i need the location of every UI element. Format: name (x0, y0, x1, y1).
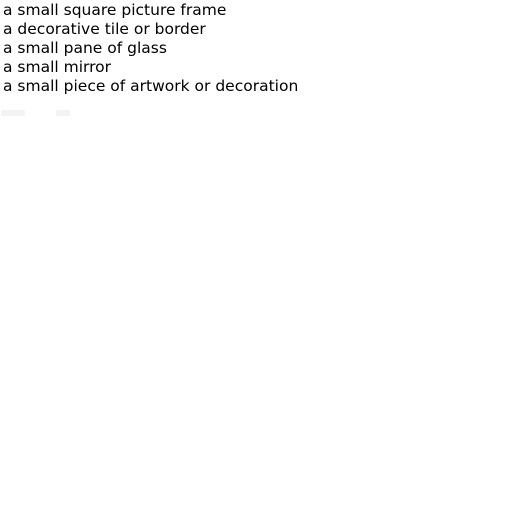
list-item: a small piece of artwork or decoration (3, 77, 299, 95)
faint-mark (56, 110, 70, 116)
page: { "items": [ "a small square picture fra… (0, 0, 512, 512)
list-item: a small square picture frame (3, 1, 227, 19)
faint-marks (0, 107, 90, 119)
list-item: a decorative tile or border (3, 20, 206, 38)
faint-mark (1, 110, 25, 116)
list-item: a small pane of glass (3, 39, 167, 57)
list-item: a small mirror (3, 58, 112, 76)
text-list: a small square picture frame a decorativ… (3, 1, 298, 96)
